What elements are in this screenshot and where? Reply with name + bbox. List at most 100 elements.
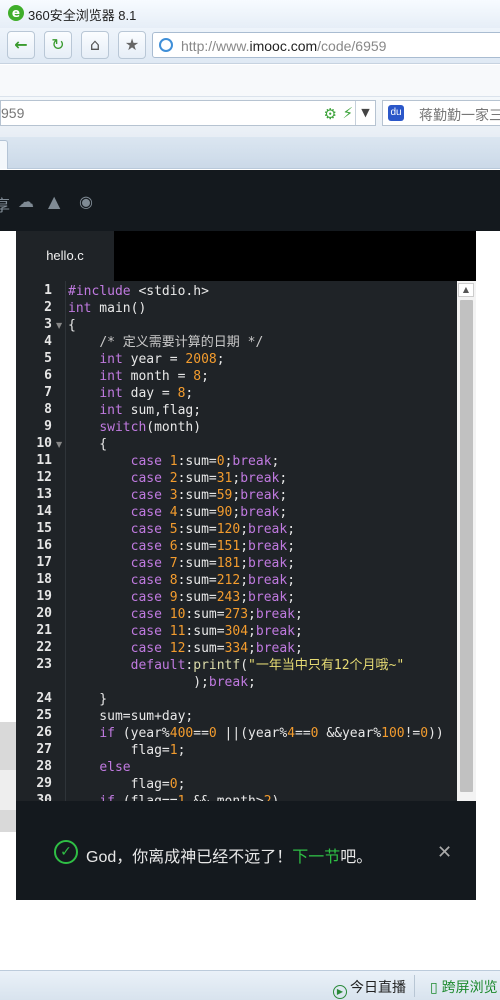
line-number: 25 — [36, 708, 52, 723]
code-line: case 7:sum=181;break; — [130, 556, 296, 571]
code-line: case 12:sum=334;break; — [130, 641, 303, 656]
line-number: 28 — [36, 759, 52, 774]
line-number: 1 — [44, 283, 52, 298]
code-line: switch(month) — [99, 420, 202, 435]
url-text[interactable]: http://www.imooc.com/code/6959 — [181, 38, 386, 54]
next-section-link[interactable]: 下一节 — [292, 849, 340, 866]
back-button[interactable]: ← — [7, 31, 35, 59]
address-dropdown-icon[interactable]: ▼ — [355, 101, 375, 125]
search-box[interactable]: du 蒋勤勤一家三 — [382, 100, 500, 126]
line-number: 18 — [36, 572, 52, 587]
browser-tab[interactable] — [0, 140, 8, 169]
line-number: 11 — [36, 453, 52, 468]
code-line: case 2:sum=31;break; — [130, 471, 288, 486]
code-line: if (flag==1 && month>2) — [68, 793, 279, 801]
fold-arrow-icon[interactable]: ▼ — [56, 440, 62, 449]
code-line: else — [99, 760, 131, 775]
code-line: case 11:sum=304;break; — [130, 624, 303, 639]
code-line: case 9:sum=243;break; — [130, 590, 296, 605]
line-number: 20 — [36, 606, 52, 621]
line-number: 15 — [36, 521, 52, 536]
tab-strip — [0, 137, 500, 169]
code-line: case 1:sum=0;break; — [130, 454, 280, 469]
status-separator — [414, 975, 415, 997]
play-icon: ▶ — [333, 985, 347, 999]
address-row-top — [0, 65, 500, 97]
line-number: 16 — [36, 538, 52, 553]
code-line: flag=0; — [68, 777, 186, 792]
file-tab-bar: hello.c — [16, 231, 476, 281]
code-line: int month = 8; — [99, 369, 209, 384]
code-line: default:printf("一年当中只有12个月哦~" — [130, 658, 405, 673]
code-line: case 4:sum=90;break; — [130, 505, 288, 520]
line-number: 24 — [36, 691, 52, 706]
left-side-strip-tab[interactable] — [0, 770, 16, 810]
wechat-icon[interactable]: ☁ — [18, 192, 34, 211]
page-content: 享 ☁ ▲ ◉ hello.c 1 2 3 ▼ 4 5 6 7 8 9 10 ▼… — [0, 170, 500, 900]
line-number: 12 — [36, 470, 52, 485]
code-line: case 5:sum=120;break; — [130, 522, 296, 537]
code-line: );break; — [68, 675, 256, 690]
navigation-toolbar: ← ↻ ⌂ ★ http://www.imooc.com/code/6959 — [0, 28, 500, 64]
line-number: 13 — [36, 487, 52, 502]
globe-icon — [159, 38, 173, 52]
line-number: 9 — [44, 419, 52, 434]
share-text-icon: 享 — [0, 196, 11, 215]
completion-notice: ✓ God，你离成神已经不远了！下一节吧。 ✕ — [16, 801, 476, 900]
code-line: case 3:sum=59;break; — [130, 488, 288, 503]
line-number-gutter: 1 2 3 ▼ 4 5 6 7 8 9 10 ▼ 11 12 13 14 15 … — [16, 281, 66, 808]
code-line: #include <stdio.h> — [68, 284, 209, 299]
line-number: 4 — [44, 334, 52, 349]
line-number: 7 — [44, 385, 52, 400]
line-number: 5 — [44, 351, 52, 366]
weibo-icon[interactable]: ◉ — [79, 192, 93, 211]
security-check-icon[interactable]: ⚙ — [324, 105, 337, 123]
browser-title-bar: e 360安全浏览器 8.1 — [0, 0, 500, 28]
qq-icon[interactable]: ▲ — [48, 192, 60, 211]
close-icon[interactable]: ✕ — [437, 842, 452, 863]
file-tab-hello-c[interactable]: hello.c — [16, 231, 114, 281]
line-number: 19 — [36, 589, 52, 604]
code-line: case 10:sum=273;break; — [130, 607, 303, 622]
line-number: 10 — [36, 436, 52, 451]
code-line: { — [68, 318, 76, 333]
address-input-text: 959 — [1, 105, 25, 121]
code-line: int sum,flag; — [99, 403, 202, 418]
status-bar: ▶ 今日直播 ▯ 跨屏浏览 — [0, 970, 500, 1000]
lightning-icon[interactable]: ⚡ — [342, 104, 353, 122]
code-area[interactable]: #include <stdio.h> int main() { /* 定义需要计… — [68, 281, 456, 801]
line-number: 6 — [44, 368, 52, 383]
line-number: 8 — [44, 402, 52, 417]
line-number: 21 — [36, 623, 52, 638]
code-line: int day = 8; — [99, 386, 194, 401]
share-bar: 享 ☁ ▲ ◉ — [0, 170, 500, 231]
line-number: 23 — [36, 657, 52, 672]
code-line: sum=sum+day; — [68, 709, 194, 724]
line-number: 22 — [36, 640, 52, 655]
code-line: flag=1; — [68, 743, 186, 758]
notice-message: God，你离成神已经不远了！下一节吧。 — [86, 849, 373, 866]
line-number: 29 — [36, 776, 52, 791]
favorite-star-button[interactable]: ★ — [118, 31, 146, 59]
code-line: int year = 2008; — [99, 352, 225, 367]
code-line: int main() — [68, 301, 147, 316]
url-bar[interactable]: http://www.imooc.com/code/6959 — [152, 32, 500, 58]
search-engine-icon[interactable]: du — [388, 105, 404, 121]
live-broadcast-button[interactable]: ▶ 今日直播 — [333, 977, 406, 999]
line-number: 17 — [36, 555, 52, 570]
refresh-button[interactable]: ↻ — [44, 31, 72, 59]
code-line: case 6:sum=151;break; — [130, 539, 296, 554]
line-number: 3 — [44, 317, 52, 332]
search-text: 蒋勤勤一家三 — [419, 107, 500, 123]
fold-arrow-icon[interactable]: ▼ — [56, 321, 62, 330]
scrollbar-thumb[interactable] — [460, 300, 473, 792]
code-line: /* 定义需要计算的日期 */ — [99, 335, 264, 350]
scroll-up-arrow-icon[interactable]: ▲ — [458, 283, 474, 297]
home-button[interactable]: ⌂ — [81, 31, 109, 59]
address-input[interactable]: 959 ⚙ ⚡ ▼ — [0, 100, 376, 126]
code-editor: hello.c 1 2 3 ▼ 4 5 6 7 8 9 10 ▼ 11 12 1… — [16, 231, 476, 808]
browser-logo-icon: e — [8, 5, 24, 21]
line-number: 26 — [36, 725, 52, 740]
line-number: 27 — [36, 742, 52, 757]
cross-screen-button[interactable]: ▯ 跨屏浏览 — [430, 977, 498, 997]
